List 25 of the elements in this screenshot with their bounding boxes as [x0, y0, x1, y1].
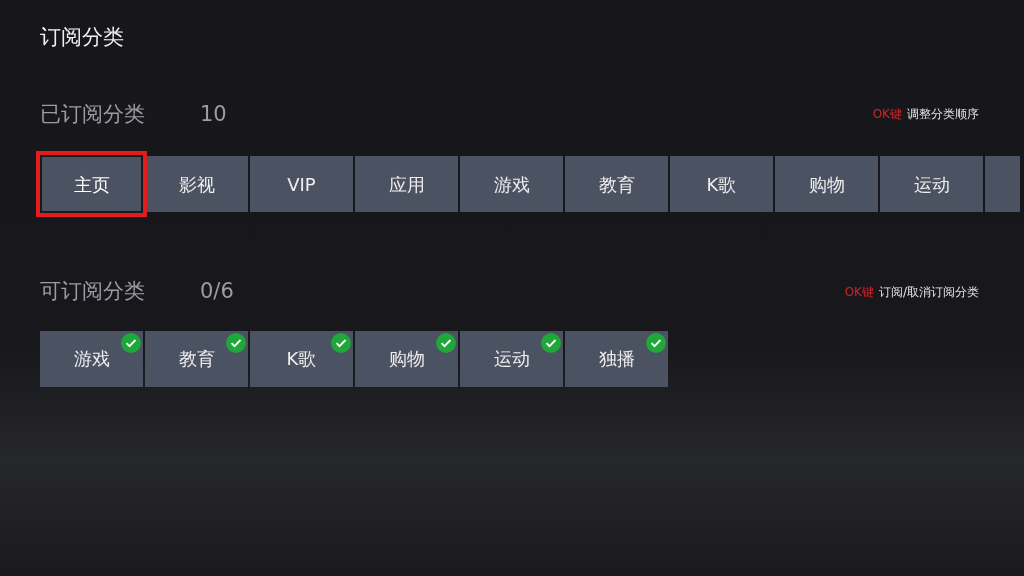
category-tile[interactable]: 购物	[355, 330, 458, 387]
category-tile[interactable]: K歌	[250, 330, 353, 387]
category-tile[interactable]: VIP	[250, 156, 353, 212]
category-count: 0/6	[200, 278, 234, 305]
category-tile[interactable]	[985, 156, 1020, 212]
hint-text: 订阅/取消订阅分类	[878, 283, 979, 301]
category-tile[interactable]: 独播	[565, 330, 668, 387]
section-heading: 可订阅分类	[40, 278, 146, 305]
category-tile[interactable]: K歌	[670, 156, 773, 212]
category-tile[interactable]: 运动	[460, 330, 563, 387]
category-tile[interactable]: 教育	[565, 156, 668, 212]
category-tile[interactable]: 影视	[145, 156, 248, 212]
hint-key: OK键	[844, 282, 874, 301]
category-tile[interactable]: 应用	[355, 156, 458, 212]
hint-key: OK键	[872, 105, 902, 124]
category-tile[interactable]: 游戏	[40, 330, 143, 387]
category-count: 10	[200, 100, 227, 128]
category-tile[interactable]: 游戏	[460, 156, 563, 212]
section-heading: 已订阅分类	[40, 100, 146, 128]
category-tile[interactable]: 教育	[145, 330, 248, 387]
category-tile[interactable]: 运动	[880, 156, 983, 212]
category-tile[interactable]: 主页	[36, 151, 147, 217]
hint-text: 调整分类顺序	[907, 106, 979, 124]
page-title: 订阅分类	[40, 24, 124, 51]
category-tile[interactable]: 购物	[775, 156, 878, 212]
